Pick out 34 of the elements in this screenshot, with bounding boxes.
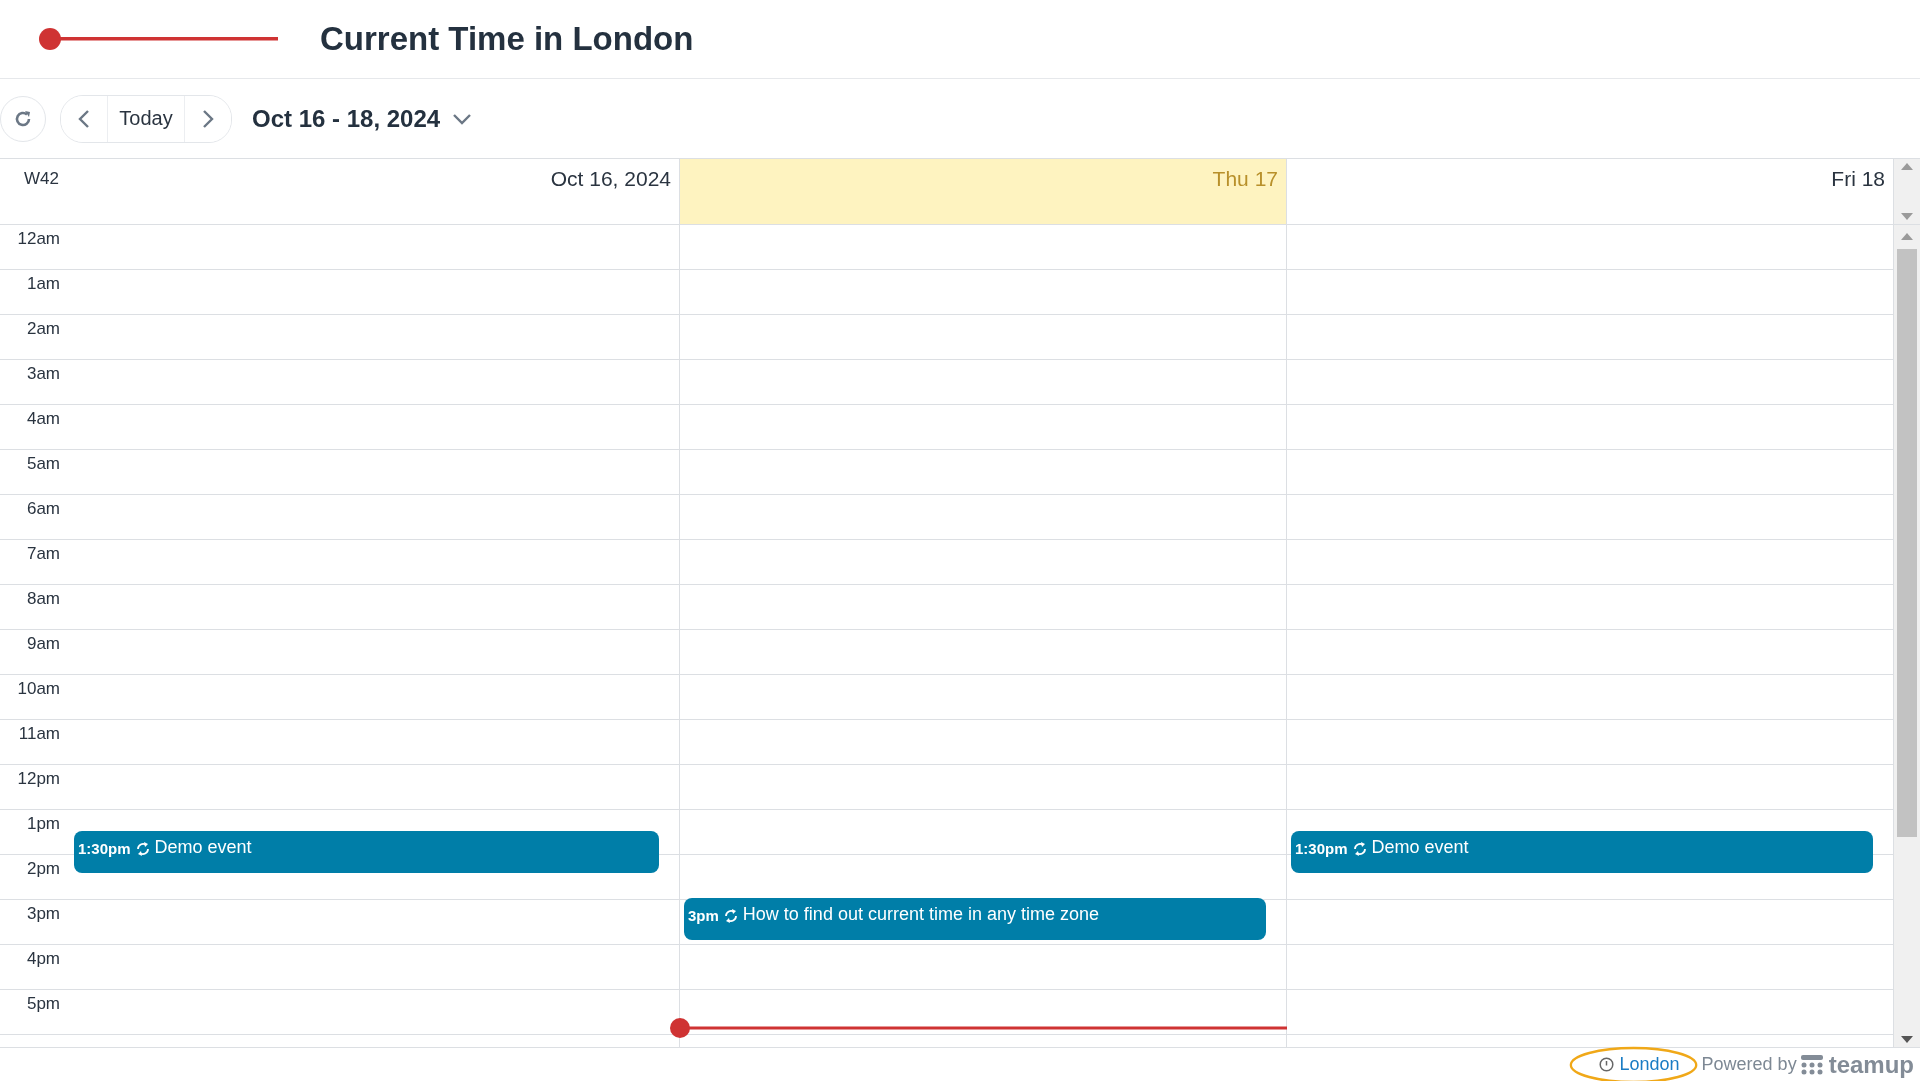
day-header[interactable]: Oct 16, 2024: [550, 167, 671, 224]
event-title: Demo event: [154, 836, 252, 858]
event-title: How to find out current time in any time zone: [742, 904, 1099, 925]
hour-label: 3am: [26, 364, 60, 383]
teamup-logo[interactable]: teamup: [1800, 1050, 1914, 1079]
hour-label: 12pm: [17, 769, 60, 788]
day-header[interactable]: Thu 17: [680, 159, 1287, 224]
hour-label: 6am: [26, 499, 60, 518]
page-title: Current Time in London: [320, 20, 694, 58]
hour-label: 3pm: [26, 904, 60, 923]
hour-label: 2pm: [26, 859, 60, 878]
week-number: W42: [23, 168, 59, 190]
today-button[interactable]: Today: [107, 95, 185, 142]
hour-label: 9am: [26, 634, 60, 653]
calendar-event[interactable]: 1:30pm Demo event: [1291, 830, 1873, 873]
powered-by-text: Powered by: [1701, 1054, 1797, 1075]
hour-label: 1pm: [26, 814, 60, 833]
hour-label: 12am: [17, 229, 60, 248]
hour-label: 10am: [17, 679, 60, 698]
event-title: Demo event: [1371, 836, 1469, 858]
event-time: 1:30pm: [78, 838, 131, 857]
hour-label: 4am: [26, 409, 60, 428]
calendar-event[interactable]: 1:30pm Demo event: [74, 830, 659, 873]
event-time: 3pm: [688, 906, 719, 924]
hour-label: 4pm: [26, 949, 60, 968]
event-time: 1:30pm: [1295, 838, 1348, 857]
hour-label: 5pm: [26, 994, 60, 1013]
hour-label: 7am: [26, 544, 60, 563]
hour-label: 11am: [18, 724, 60, 743]
hour-label: 1am: [26, 274, 60, 293]
hour-label: 8am: [26, 589, 60, 608]
calendar-event[interactable]: 3pm How to find out current time in any time zone: [684, 898, 1266, 940]
hour-label: 5am: [26, 454, 60, 473]
hour-label: 2am: [26, 319, 60, 338]
